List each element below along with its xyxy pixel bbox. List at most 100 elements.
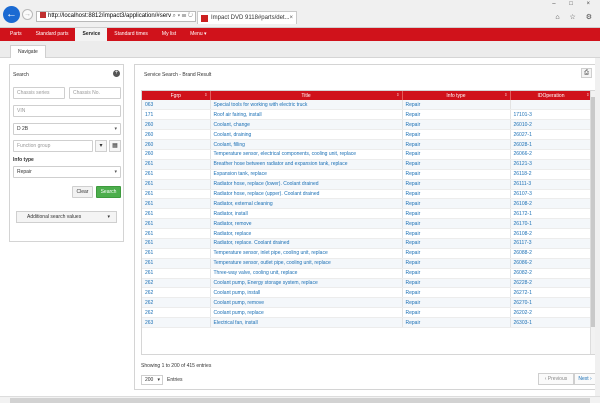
- previous-page-button[interactable]: ‹ Previous: [538, 373, 574, 385]
- dropdown-button[interactable]: ▾: [95, 140, 107, 152]
- cell-title[interactable]: Coolant pump, replace: [210, 307, 403, 319]
- cell-idoperation[interactable]: 26170-1: [510, 218, 593, 230]
- cell-fgrp[interactable]: 260: [142, 139, 211, 150]
- nav-service[interactable]: Service: [75, 28, 108, 41]
- cell-title[interactable]: Electrical fan, install: [210, 317, 403, 328]
- cell-info-type[interactable]: Repair: [402, 278, 511, 289]
- address-tools-icon[interactable]: ⌕ ▾ ☰ ↻: [173, 12, 193, 21]
- cell-title[interactable]: Temperature sensor, inlet pipe, cooling …: [210, 248, 403, 259]
- tree-icon[interactable]: ▦: [109, 140, 121, 152]
- table-row[interactable]: 262 Coolant pump, install Repair 26272-1: [142, 287, 593, 299]
- table-row[interactable]: 261 Three-way valve, cooling unit, replac…: [142, 268, 593, 279]
- cell-idoperation[interactable]: 26228-2: [510, 278, 593, 289]
- cell-idoperation[interactable]: 26303-1: [510, 317, 593, 328]
- chassis-no-input[interactable]: Chassis No.: [69, 87, 121, 99]
- cell-idoperation[interactable]: 26172-1: [510, 208, 593, 220]
- cell-idoperation[interactable]: 26066-2: [510, 149, 593, 160]
- horizontal-scrollbar[interactable]: [0, 396, 600, 403]
- table-row[interactable]: 260 Coolant, draining Repair 26027-1: [142, 129, 593, 141]
- cell-idoperation[interactable]: [510, 100, 593, 111]
- cell-title[interactable]: Special tools for working with electric …: [210, 100, 403, 111]
- table-row[interactable]: 261 Radiator, replace. Coolant drained Rep…: [142, 238, 593, 249]
- cell-fgrp[interactable]: 261: [142, 159, 211, 170]
- nav-standard-times[interactable]: Standard times: [107, 28, 155, 41]
- cell-idoperation[interactable]: 26108-2: [510, 198, 593, 210]
- horizontal-scrollbar-thumb[interactable]: [10, 398, 590, 403]
- cell-title[interactable]: Radiator, remove: [210, 218, 403, 230]
- cell-info-type[interactable]: Repair: [402, 129, 511, 141]
- cell-info-type[interactable]: Repair: [402, 198, 511, 210]
- function-group-input[interactable]: Function group: [13, 140, 93, 152]
- cell-title[interactable]: Radiator, external cleaning: [210, 198, 403, 210]
- cell-info-type[interactable]: Repair: [402, 100, 511, 111]
- cell-title[interactable]: Temperature sensor, electrical component…: [210, 149, 403, 160]
- cell-fgrp[interactable]: 260: [142, 149, 211, 160]
- cell-title[interactable]: Coolant pump, install: [210, 287, 403, 299]
- cell-fgrp[interactable]: 261: [142, 258, 211, 269]
- next-page-button[interactable]: Next ›: [574, 373, 596, 385]
- table-row[interactable]: 260 Coolant, change Repair 26010-2: [142, 119, 593, 131]
- cell-info-type[interactable]: Repair: [402, 218, 511, 230]
- cell-fgrp[interactable]: 260: [142, 129, 211, 141]
- cell-idoperation[interactable]: 26270-1: [510, 297, 593, 309]
- table-row[interactable]: 262 Coolant pump, Energy storage system, …: [142, 278, 593, 289]
- tab-navigate[interactable]: Navigate: [10, 45, 46, 58]
- cell-fgrp[interactable]: 261: [142, 238, 211, 249]
- column-header-info-type[interactable]: Info type ⇕: [402, 91, 511, 100]
- cell-info-type[interactable]: Repair: [402, 238, 511, 249]
- clear-button[interactable]: Clear: [72, 186, 93, 198]
- cell-fgrp[interactable]: 262: [142, 278, 211, 289]
- table-row[interactable]: 063 Special tools for working with electr…: [142, 100, 593, 111]
- browser-toolbar-icons[interactable]: ⌂ ☆ ⚙: [555, 13, 596, 21]
- cell-fgrp[interactable]: 261: [142, 179, 211, 190]
- cell-fgrp[interactable]: 260: [142, 119, 211, 131]
- nav-standard-parts[interactable]: Standard parts: [29, 28, 76, 41]
- cell-idoperation[interactable]: 26272-1: [510, 287, 593, 299]
- cell-fgrp[interactable]: 261: [142, 218, 211, 230]
- cell-idoperation[interactable]: 26082-2: [510, 268, 593, 279]
- cell-fgrp[interactable]: 262: [142, 297, 211, 309]
- cell-idoperation[interactable]: 26028-1: [510, 139, 593, 150]
- cell-info-type[interactable]: Repair: [402, 228, 511, 239]
- cell-fgrp[interactable]: 261: [142, 189, 211, 200]
- table-row[interactable]: 261 Temperature sensor, inlet pipe, cooli…: [142, 248, 593, 259]
- additional-search-values-button[interactable]: Additional search values ▾: [16, 211, 117, 223]
- cell-info-type[interactable]: Repair: [402, 159, 511, 170]
- cell-idoperation[interactable]: 26118-2: [510, 169, 593, 180]
- table-row[interactable]: 261 Expansion tank, replace Repair 26118-2: [142, 169, 593, 180]
- add-icon[interactable]: +: [113, 70, 120, 77]
- cell-info-type[interactable]: Repair: [402, 317, 511, 328]
- cell-info-type[interactable]: Repair: [402, 287, 511, 299]
- cell-idoperation[interactable]: 26027-1: [510, 129, 593, 141]
- cell-fgrp[interactable]: 261: [142, 248, 211, 259]
- cell-fgrp[interactable]: 262: [142, 287, 211, 299]
- table-row[interactable]: 261 Radiator hose, replace (lower). Coola…: [142, 179, 593, 190]
- table-row[interactable]: 263 Electrical fan, install Repair 26303-1: [142, 317, 593, 328]
- back-arrow-icon[interactable]: ←: [3, 6, 20, 23]
- cell-title[interactable]: Radiator, install: [210, 208, 403, 220]
- cell-idoperation[interactable]: 26010-2: [510, 119, 593, 131]
- cell-title[interactable]: Breather hose between radiator and expan…: [210, 159, 403, 170]
- cell-idoperation[interactable]: 26086-2: [510, 258, 593, 269]
- table-row[interactable]: 262 Coolant pump, replace Repair 26202-2: [142, 307, 593, 319]
- table-row[interactable]: 261 Radiator hose, replace (upper). Coola…: [142, 189, 593, 200]
- cell-info-type[interactable]: Repair: [402, 109, 511, 121]
- chassis-series-input[interactable]: Chassis series: [13, 87, 65, 99]
- cell-title[interactable]: Radiator hose, replace (upper). Coolant …: [210, 189, 403, 200]
- cell-idoperation[interactable]: 26117-3: [510, 238, 593, 249]
- address-bar[interactable]: http://localhost:8812/impact3/applicatio…: [36, 11, 196, 22]
- table-row[interactable]: 260 Coolant, filling Repair 26028-1: [142, 139, 593, 150]
- nav-menu[interactable]: Menu ▾: [183, 28, 213, 41]
- cell-idoperation[interactable]: 26111-3: [510, 179, 593, 190]
- cell-idoperation[interactable]: 26108-2: [510, 228, 593, 239]
- cell-fgrp[interactable]: 263: [142, 317, 211, 328]
- cell-idoperation[interactable]: 26107-3: [510, 189, 593, 200]
- cell-title[interactable]: Radiator, replace: [210, 228, 403, 239]
- browser-tab[interactable]: Impact DVD 9118#parts/det... ×: [197, 11, 297, 24]
- table-row[interactable]: 261 Radiator, remove Repair 26170-1: [142, 218, 593, 230]
- cell-title[interactable]: Radiator, replace. Coolant drained: [210, 238, 403, 249]
- table-row[interactable]: 261 Radiator, replace Repair 26108-2: [142, 228, 593, 239]
- forward-arrow-icon[interactable]: →: [22, 9, 33, 20]
- cell-info-type[interactable]: Repair: [402, 307, 511, 319]
- cell-idoperation[interactable]: 26088-2: [510, 248, 593, 259]
